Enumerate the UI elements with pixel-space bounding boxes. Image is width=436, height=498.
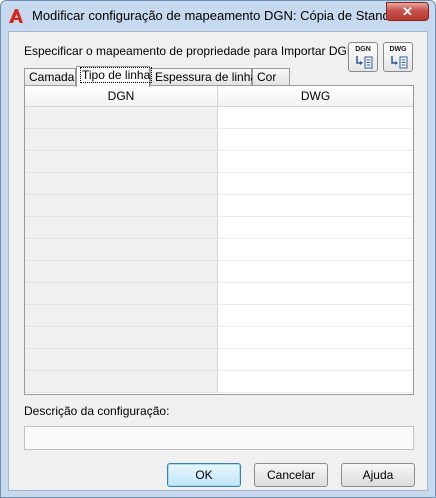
tab-label: Cor [257,70,277,84]
dialog-body: Especificar o mapeamento de propriedade … [8,31,428,491]
tab-tipo-de-linha[interactable]: Tipo de linha [76,66,153,87]
prompt-text: Especificar o mapeamento de propriedade … [24,44,356,58]
autocad-a-icon [9,9,23,23]
import-dwg-label: DWG [389,46,407,53]
grid-header: DGN DWG [25,86,413,107]
tab-label: Tipo de linha [79,67,153,83]
import-dgn-button[interactable]: DGN [348,42,378,72]
close-button[interactable]: ✕ [386,2,429,21]
cell-dwg[interactable] [218,173,413,195]
import-dgn-label: DGN [355,46,371,53]
table-row[interactable] [25,217,413,239]
cell-dgn[interactable] [25,349,218,371]
cell-dgn[interactable] [25,305,218,327]
cell-dgn[interactable] [25,107,218,129]
cell-dwg[interactable] [218,195,413,217]
cell-dwg[interactable] [218,129,413,151]
table-row[interactable] [25,327,413,349]
column-header-dgn[interactable]: DGN [25,86,218,106]
import-dwg-button[interactable]: DWG [383,42,413,72]
cell-dwg[interactable] [218,327,413,349]
table-row[interactable] [25,349,413,371]
grid-body [25,107,413,393]
cell-dgn[interactable] [25,217,218,239]
cell-dgn[interactable] [25,151,218,173]
cell-dwg[interactable] [218,261,413,283]
cell-dgn[interactable] [25,195,218,217]
table-row[interactable] [25,305,413,327]
table-row[interactable] [25,283,413,305]
table-row[interactable] [25,261,413,283]
tab-panel: DGN DWG [24,85,414,395]
mapping-grid: DGN DWG [25,86,413,393]
cell-dgn[interactable] [25,239,218,261]
table-row[interactable] [25,129,413,151]
table-row[interactable] [25,151,413,173]
cell-dwg[interactable] [218,107,413,129]
tab-label: Espessura de linha [155,70,258,84]
table-row[interactable] [25,371,413,393]
ok-button[interactable]: OK [167,463,241,487]
cell-dgn[interactable] [25,371,218,393]
cancel-button[interactable]: Cancelar [254,463,328,487]
table-row[interactable] [25,239,413,261]
column-header-dwg[interactable]: DWG [218,86,413,106]
tab-camada[interactable]: Camada [24,68,76,86]
cell-dgn[interactable] [25,129,218,151]
help-button[interactable]: Ajuda [341,463,415,487]
table-row[interactable] [25,107,413,129]
dialog-window: Modificar configuração de mapeamento DGN… [0,0,436,498]
cell-dwg[interactable] [218,239,413,261]
title-bar[interactable]: Modificar configuração de mapeamento DGN… [1,1,435,31]
cell-dgn[interactable] [25,283,218,305]
cell-dwg[interactable] [218,283,413,305]
cell-dwg[interactable] [218,371,413,393]
table-row[interactable] [25,195,413,217]
window-title: Modificar configuração de mapeamento DGN… [32,8,409,23]
cell-dgn[interactable] [25,261,218,283]
cell-dwg[interactable] [218,305,413,327]
table-row[interactable] [25,173,413,195]
import-dwg-icon [391,56,408,69]
description-label: Descrição da configuração: [24,404,170,418]
tab-espessura-de-linha[interactable]: Espessura de linha [150,68,257,86]
cell-dgn[interactable] [25,173,218,195]
cell-dwg[interactable] [218,349,413,371]
cell-dgn[interactable] [25,327,218,349]
tab-cor[interactable]: Cor [252,68,290,86]
cell-dwg[interactable] [218,217,413,239]
import-dgn-icon [356,56,373,69]
tab-label: Camada [29,70,75,84]
description-field[interactable] [24,426,414,450]
cell-dwg[interactable] [218,151,413,173]
